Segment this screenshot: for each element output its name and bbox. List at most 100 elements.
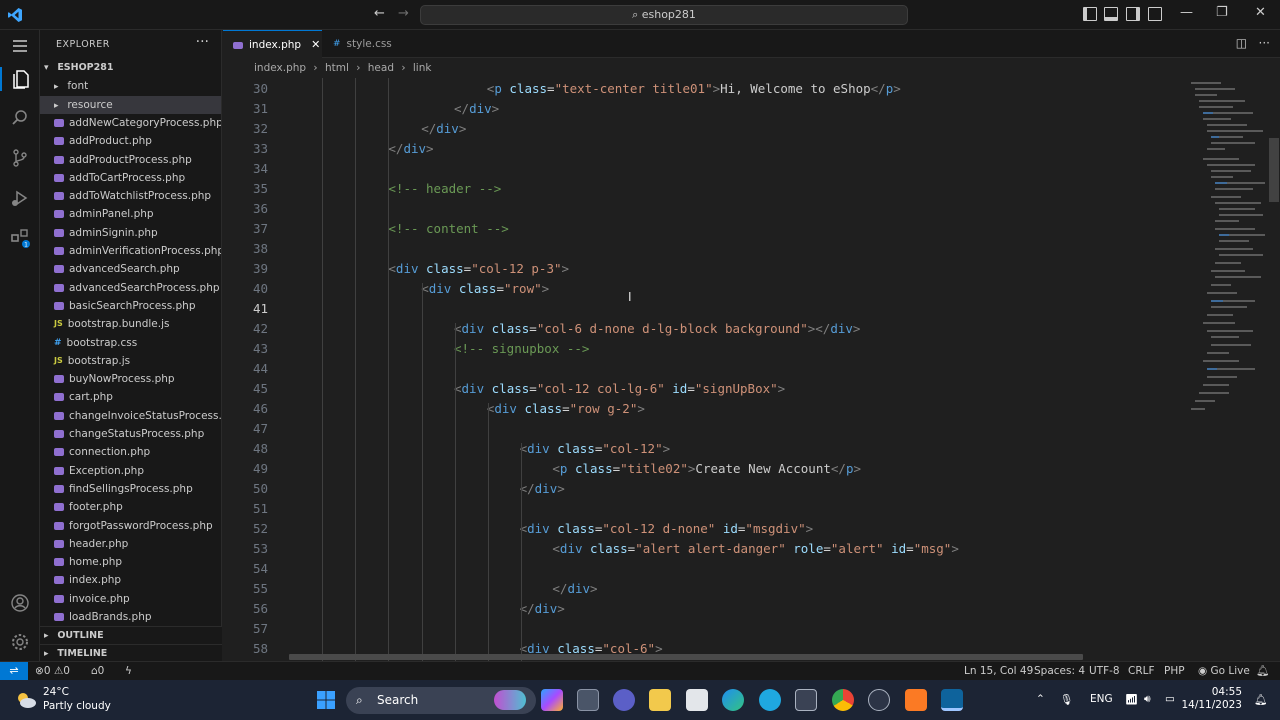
snipping-tool-icon[interactable] [795, 689, 817, 711]
breadcrumb-file[interactable]: index.php [254, 62, 306, 74]
more-actions-icon[interactable]: ··· [196, 34, 209, 50]
file-item[interactable]: invoice.php [40, 590, 221, 608]
folder-resource[interactable]: ▸ resource [40, 95, 221, 114]
vertical-scrollbar[interactable] [1269, 138, 1279, 202]
file-item[interactable]: home.php [40, 553, 221, 571]
error-icon: ⊗ [35, 665, 44, 677]
extensions-icon[interactable]: 1 [8, 226, 32, 250]
file-label: basicSearchProcess.php [69, 299, 196, 312]
back-arrow-icon[interactable]: ← [374, 6, 385, 21]
timeline-section[interactable]: ▸ TIMELINE [40, 644, 222, 662]
file-item[interactable]: footer.php [40, 498, 221, 516]
language-mode[interactable]: PHP [1164, 662, 1185, 680]
settings-gear-icon[interactable] [8, 630, 32, 654]
file-item[interactable]: advancedSearch.php [40, 260, 221, 278]
menu-icon[interactable] [8, 34, 32, 58]
file-item[interactable]: addNewCategoryProcess.php [40, 114, 221, 132]
github-desktop-icon[interactable] [868, 689, 890, 711]
file-item[interactable]: loadBrands.php [40, 608, 221, 626]
minimap[interactable] [1187, 78, 1267, 661]
ports-indicator[interactable]: ⌂0 [91, 662, 104, 680]
task-view-icon[interactable] [577, 689, 599, 711]
code-editor[interactable]: 30 <p class="text-center title01">Hi, Wel… [223, 78, 1280, 661]
copilot-icon[interactable] [541, 689, 563, 711]
volume-icon[interactable]: 🔊︎ [1144, 693, 1151, 706]
breadcrumb-html[interactable]: html [325, 62, 349, 74]
close-tab-icon[interactable]: ✕ [311, 38, 320, 51]
explorer-icon[interactable] [0, 67, 40, 91]
edge-browser-icon[interactable] [722, 689, 744, 711]
battery-icon[interactable]: ▭ [1165, 693, 1175, 705]
file-item[interactable]: buyNowProcess.php [40, 370, 221, 388]
file-item[interactable]: addProductProcess.php [40, 151, 221, 169]
file-item[interactable]: basicSearchProcess.php [40, 297, 221, 315]
teams-chat-icon[interactable] [613, 689, 635, 711]
browser-app-icon[interactable] [759, 689, 781, 711]
file-item[interactable]: cart.php [40, 388, 221, 406]
xampp-icon[interactable] [905, 689, 927, 711]
microsoft-store-icon[interactable] [686, 689, 708, 711]
close-window-icon[interactable]: ✕ [1255, 5, 1266, 20]
show-hidden-icons-icon[interactable]: ⌃ [1036, 693, 1045, 705]
file-item[interactable]: index.php [40, 571, 221, 589]
toggle-secondary-sidebar-icon[interactable] [1126, 7, 1140, 21]
file-item[interactable]: JS bootstrap.js [40, 352, 221, 370]
file-item[interactable]: # bootstrap.css [40, 334, 221, 352]
problems-indicator[interactable]: ⊗0 ⚠0 [35, 662, 70, 680]
file-item[interactable]: adminVerificationProcess.php [40, 242, 221, 260]
microphone-icon[interactable]: 🎙︎ [1060, 693, 1073, 706]
file-item[interactable]: adminSignin.php [40, 224, 221, 242]
folder-font[interactable]: ▸ font [40, 77, 221, 95]
windows-start-icon[interactable] [316, 690, 336, 710]
breadcrumb-link[interactable]: link [413, 62, 432, 74]
horizontal-scrollbar[interactable] [289, 654, 1083, 660]
file-item[interactable]: changeStatusProcess.php [40, 425, 221, 443]
indentation[interactable]: Spaces: 4 [1034, 662, 1085, 680]
notifications-bell-icon[interactable]: 🔔︎ [1256, 662, 1269, 680]
source-control-icon[interactable] [8, 146, 32, 170]
cursor-position[interactable]: Ln 15, Col 49 [964, 662, 1033, 680]
file-item[interactable]: advancedSearchProcess.php [40, 279, 221, 297]
weather-cloud-icon[interactable] [14, 689, 38, 711]
vscode-taskbar-icon[interactable] [941, 689, 963, 711]
clock[interactable]: 04:55 14/11/2023 [1181, 686, 1242, 712]
minimize-icon[interactable]: — [1180, 5, 1193, 20]
tab-index-php[interactable]: index.php ✕ [223, 30, 322, 58]
project-root-folder[interactable]: ▾ ESHOP281 [40, 59, 221, 77]
search-activity-icon[interactable] [8, 106, 32, 130]
input-language[interactable]: ENG [1090, 693, 1113, 705]
split-editor-icon[interactable]: ◫ [1236, 36, 1247, 50]
file-item[interactable]: Exception.php [40, 462, 221, 480]
file-item[interactable]: changeInvoiceStatusProcess.p... [40, 407, 221, 425]
file-item[interactable]: adminPanel.php [40, 205, 221, 223]
remote-indicator-icon[interactable]: ⇌ [0, 662, 28, 680]
customize-layout-icon[interactable] [1148, 7, 1162, 21]
file-item[interactable]: forgotPasswordProcess.php [40, 517, 221, 535]
chrome-icon[interactable] [832, 689, 854, 711]
wifi-icon[interactable]: 📶︎ [1125, 693, 1138, 706]
file-item[interactable]: header.php [40, 535, 221, 553]
file-explorer-icon[interactable] [649, 689, 671, 711]
go-live-button[interactable]: ◉ Go Live [1198, 662, 1250, 680]
toggle-sidebar-icon[interactable] [1083, 7, 1097, 21]
file-item[interactable]: JS bootstrap.bundle.js [40, 315, 221, 333]
maximize-icon[interactable]: ❐ [1216, 5, 1228, 20]
lightning-icon[interactable]: ϟ [125, 662, 132, 680]
forward-arrow-icon[interactable]: → [398, 6, 409, 21]
file-item[interactable]: addToCartProcess.php [40, 169, 221, 187]
breadcrumb-head[interactable]: head [368, 62, 394, 74]
run-debug-icon[interactable] [8, 186, 32, 210]
toggle-panel-icon[interactable] [1104, 7, 1118, 21]
accounts-icon[interactable] [8, 591, 32, 615]
more-editor-actions-icon[interactable]: ··· [1259, 36, 1270, 50]
line-ending[interactable]: CRLF [1128, 662, 1155, 680]
file-item[interactable]: addToWatchlistProcess.php [40, 187, 221, 205]
file-item[interactable]: findSellingsProcess.php [40, 480, 221, 498]
file-item[interactable]: connection.php [40, 443, 221, 461]
encoding[interactable]: UTF-8 [1089, 662, 1120, 680]
notification-center-icon[interactable]: 🔔︎ [1254, 693, 1267, 706]
command-center-search[interactable]: ⌕ eshop281 [420, 5, 908, 25]
tab-style-css[interactable]: # style.css [323, 30, 419, 58]
file-item[interactable]: addProduct.php [40, 132, 221, 150]
outline-section[interactable]: ▸ OUTLINE [40, 626, 222, 644]
